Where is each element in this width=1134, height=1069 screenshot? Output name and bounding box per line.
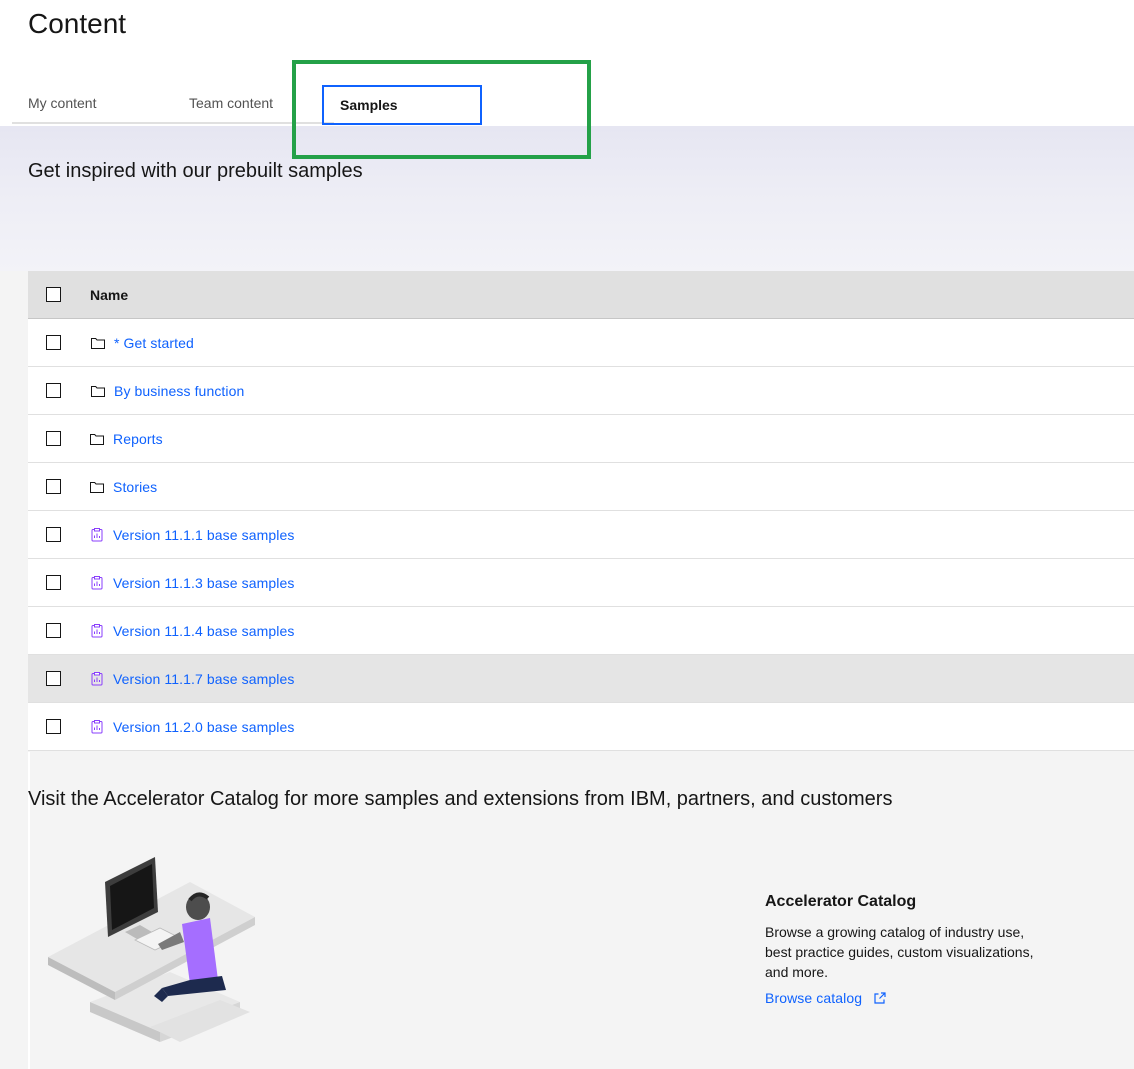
- package-icon: [91, 527, 103, 541]
- row-checkbox[interactable]: [46, 383, 61, 398]
- person-at-desk-illustration: [48, 857, 255, 1042]
- table-row[interactable]: Version 11.1.1 base samples: [28, 511, 1134, 559]
- package-icon: [91, 623, 103, 637]
- catalog-intro: Visit the Accelerator Catalog for more s…: [28, 788, 893, 810]
- row-link[interactable]: Version 11.1.4 base samples: [113, 623, 294, 639]
- hero-heading: Get inspired with our prebuilt samples: [28, 160, 363, 182]
- tab-list: My content Team content: [12, 84, 334, 126]
- row-checkbox[interactable]: [46, 479, 61, 494]
- table-row[interactable]: By business function: [28, 367, 1134, 415]
- table-row[interactable]: Reports: [28, 415, 1134, 463]
- row-link[interactable]: Version 11.1.7 base samples: [113, 671, 294, 687]
- table-row[interactable]: Version 11.1.4 base samples: [28, 607, 1134, 655]
- folder-icon: [90, 433, 104, 445]
- folder-icon: [91, 385, 105, 397]
- row-checkbox[interactable]: [46, 575, 61, 590]
- samples-table: Name * Get started By business function …: [28, 271, 1134, 751]
- row-link[interactable]: Version 11.2.0 base samples: [113, 719, 294, 735]
- folder-icon: [90, 481, 104, 493]
- row-checkbox[interactable]: [46, 335, 61, 350]
- row-link[interactable]: * Get started: [114, 335, 194, 351]
- row-link[interactable]: Version 11.1.3 base samples: [113, 575, 294, 591]
- package-icon: [91, 575, 103, 589]
- row-checkbox[interactable]: [46, 671, 61, 686]
- row-link[interactable]: Version 11.1.1 base samples: [113, 527, 294, 543]
- table-row[interactable]: Version 11.2.0 base samples: [28, 703, 1134, 751]
- tab-team-content[interactable]: Team content: [173, 84, 334, 124]
- folder-icon: [91, 337, 105, 349]
- row-link[interactable]: Reports: [113, 431, 163, 447]
- row-checkbox[interactable]: [46, 527, 61, 542]
- row-link[interactable]: Stories: [113, 479, 157, 495]
- hero-banner: Get inspired with our prebuilt samples: [0, 126, 1134, 271]
- catalog-card-title: Accelerator Catalog: [765, 893, 917, 910]
- name-column-header[interactable]: Name: [90, 287, 128, 303]
- table-row[interactable]: * Get started: [28, 319, 1134, 367]
- tab-samples[interactable]: Samples: [322, 85, 482, 125]
- browse-catalog-label[interactable]: Browse catalog: [765, 990, 862, 1006]
- package-icon: [91, 671, 103, 685]
- launch-icon[interactable]: [872, 990, 888, 1006]
- catalog-card-description: Browse a growing catalog of industry use…: [765, 924, 1034, 980]
- row-checkbox[interactable]: [46, 623, 61, 638]
- table-row[interactable]: Version 11.1.3 base samples: [28, 559, 1134, 607]
- row-checkbox[interactable]: [46, 719, 61, 734]
- row-checkbox[interactable]: [46, 431, 61, 446]
- table-row[interactable]: Stories: [28, 463, 1134, 511]
- select-all-checkbox[interactable]: [46, 287, 61, 302]
- table-header-row: Name: [28, 271, 1134, 319]
- package-icon: [91, 719, 103, 733]
- tab-my-content[interactable]: My content: [12, 84, 173, 124]
- table-row[interactable]: Version 11.1.7 base samples: [28, 655, 1134, 703]
- page-title: Content: [28, 8, 127, 39]
- row-link[interactable]: By business function: [114, 383, 244, 399]
- browse-catalog-link[interactable]: Browse catalog: [765, 990, 888, 1006]
